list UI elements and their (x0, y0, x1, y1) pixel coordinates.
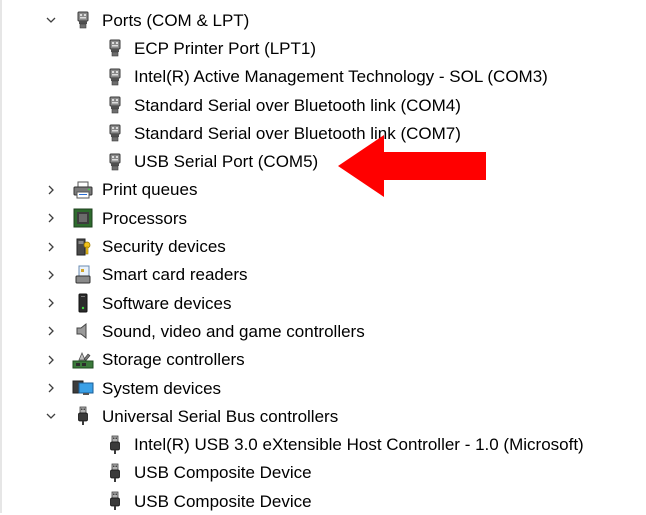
usb-plug-icon (104, 490, 126, 512)
device-label: USB Composite Device (134, 463, 312, 483)
device-usb-serial-port[interactable]: USB Serial Port (COM5) (0, 147, 646, 175)
category-software-devices[interactable]: Software devices (0, 289, 646, 317)
device-intel-amt-sol[interactable]: Intel(R) Active Management Technology - … (0, 63, 646, 91)
chevron-right-icon[interactable] (44, 324, 58, 338)
category-label: Smart card readers (102, 265, 248, 285)
port-icon (104, 94, 126, 116)
monitor-icon (72, 377, 94, 399)
device-intel-usb3-host-controller[interactable]: Intel(R) USB 3.0 eXtensible Host Control… (0, 430, 646, 458)
device-label: Intel(R) USB 3.0 eXtensible Host Control… (134, 435, 584, 455)
category-smart-card-readers[interactable]: Smart card readers (0, 261, 646, 289)
red-arrow-icon (338, 135, 486, 197)
chevron-right-icon[interactable] (44, 240, 58, 254)
category-label: Sound, video and game controllers (102, 321, 365, 341)
port-icon (104, 151, 126, 173)
chevron-right-icon[interactable] (44, 296, 58, 310)
usb-plug-icon (104, 462, 126, 484)
category-label: Ports (COM & LPT) (102, 10, 250, 30)
category-security-devices[interactable]: Security devices (0, 232, 646, 260)
port-icon (104, 122, 126, 144)
category-usb-controllers[interactable]: Universal Serial Bus controllers (0, 402, 646, 430)
category-sound-video-game[interactable]: Sound, video and game controllers (0, 317, 646, 345)
security-key-icon (72, 236, 94, 258)
category-label: Software devices (102, 293, 232, 313)
storage-controller-icon (72, 349, 94, 371)
chevron-right-icon[interactable] (44, 211, 58, 225)
category-label: Print queues (102, 180, 198, 200)
chevron-down-icon[interactable] (44, 13, 58, 27)
device-label: ECP Printer Port (LPT1) (134, 38, 317, 58)
processor-icon (72, 207, 94, 229)
device-label: Intel(R) Active Management Technology - … (134, 67, 548, 87)
category-processors[interactable]: Processors (0, 204, 646, 232)
chevron-right-icon[interactable] (44, 268, 58, 282)
chevron-right-icon[interactable] (44, 183, 58, 197)
smart-card-reader-icon (72, 264, 94, 286)
device-bluetooth-serial-com4[interactable]: Standard Serial over Bluetooth link (COM… (0, 91, 646, 119)
device-ecp-printer-port[interactable]: ECP Printer Port (LPT1) (0, 34, 646, 62)
port-icon (104, 37, 126, 59)
category-system-devices[interactable]: System devices (0, 374, 646, 402)
device-usb-composite-1[interactable]: USB Composite Device (0, 459, 646, 487)
category-label: Processors (102, 208, 188, 228)
chevron-right-icon[interactable] (44, 353, 58, 367)
category-label: Storage controllers (102, 350, 245, 370)
port-icon (104, 66, 126, 88)
category-label: System devices (102, 378, 222, 398)
device-label: Standard Serial over Bluetooth link (COM… (134, 95, 461, 115)
category-print-queues[interactable]: Print queues (0, 176, 646, 204)
category-label: Security devices (102, 237, 226, 257)
usb-plug-icon (104, 434, 126, 456)
speaker-icon (72, 320, 94, 342)
category-ports[interactable]: Ports (COM & LPT) (0, 6, 646, 34)
usb-plug-icon (72, 405, 94, 427)
software-device-icon (72, 292, 94, 314)
chevron-right-icon[interactable] (44, 381, 58, 395)
device-usb-composite-2[interactable]: USB Composite Device (0, 487, 646, 515)
device-tree: Ports (COM & LPT) ECP Printer Port (LPT1… (0, 6, 646, 515)
port-icon (72, 9, 94, 31)
chevron-down-icon[interactable] (44, 409, 58, 423)
category-label: Universal Serial Bus controllers (102, 406, 339, 426)
device-label: USB Composite Device (134, 491, 312, 511)
category-storage-controllers[interactable]: Storage controllers (0, 346, 646, 374)
printer-icon (72, 179, 94, 201)
device-bluetooth-serial-com7[interactable]: Standard Serial over Bluetooth link (COM… (0, 119, 646, 147)
device-label: USB Serial Port (COM5) (134, 152, 319, 172)
